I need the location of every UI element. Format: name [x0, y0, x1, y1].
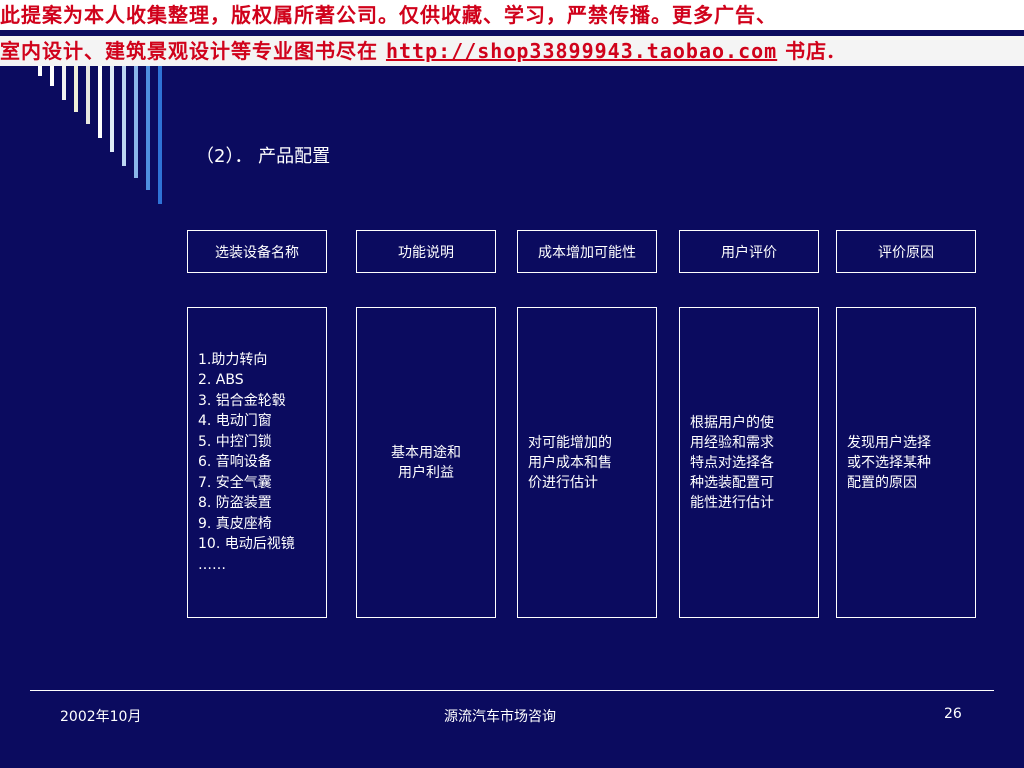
- header-function-desc: 功能说明: [356, 230, 496, 273]
- list-item: 1.助力转向: [198, 351, 268, 368]
- function-desc-text: 基本用途和 用户利益: [357, 443, 495, 483]
- deco-bar: [146, 66, 150, 190]
- text-line: 特点对选择各: [690, 454, 774, 471]
- list-item: 7. 安全气囊: [198, 474, 272, 491]
- list-item: 6. 音响设备: [198, 454, 272, 471]
- eval-reason-text: 发现用户选择 或不选择某种 配置的原因: [837, 433, 975, 493]
- banner-prefix: 室内设计、建筑景观设计等专业图书尽在: [0, 39, 386, 63]
- list-item: 4. 电动门窗: [198, 413, 272, 430]
- text-line: 配置的原因: [847, 474, 917, 491]
- footer-organization: 源流汽车市场咨询: [444, 709, 556, 725]
- content-eval-reason: 发现用户选择 或不选择某种 配置的原因: [836, 307, 976, 618]
- header-cost-possibility: 成本增加可能性: [517, 230, 657, 273]
- content-equipment-list: 1.助力转向 2. ABS 3. 铝合金轮毂 4. 电动门窗 5. 中控门锁 6…: [187, 307, 327, 618]
- list-item: ……: [198, 556, 226, 573]
- footer-date: 2002年10月: [60, 709, 142, 725]
- equipment-list: 1.助力转向 2. ABS 3. 铝合金轮毂 4. 电动门窗 5. 中控门锁 6…: [188, 350, 295, 576]
- list-item: 2. ABS: [198, 372, 244, 389]
- header-equipment-name: 选装设备名称: [187, 230, 327, 273]
- text-line: 根据用户的使: [690, 414, 774, 431]
- text-line: 用户利益: [398, 464, 454, 481]
- header-user-eval: 用户评价: [679, 230, 819, 273]
- banner-suffix: 书店.: [777, 39, 836, 63]
- deco-bar: [122, 66, 126, 166]
- list-item: 10. 电动后视镜: [198, 536, 295, 553]
- list-item: 9. 真皮座椅: [198, 515, 272, 532]
- list-item: 5. 中控门锁: [198, 433, 272, 450]
- text-line: 发现用户选择: [847, 434, 931, 451]
- footer-divider: [30, 690, 994, 691]
- text-line: 基本用途和: [391, 444, 461, 461]
- deco-bar: [62, 66, 66, 100]
- content-cost-desc: 对可能增加的 用户成本和售 价进行估计: [517, 307, 657, 618]
- deco-bar: [158, 66, 162, 204]
- watermark-banner-line-2: 室内设计、建筑景观设计等专业图书尽在 http://shop33899943.t…: [0, 36, 1024, 66]
- deco-bar: [86, 66, 90, 124]
- deco-bar: [134, 66, 138, 178]
- page-number: 26: [944, 706, 962, 722]
- text-line: 用户成本和售: [528, 454, 612, 471]
- cost-desc-text: 对可能增加的 用户成本和售 价进行估计: [518, 433, 656, 493]
- deco-bar: [98, 66, 102, 138]
- section-title: （2）． 产品配置: [196, 146, 331, 167]
- user-eval-text: 根据用户的使 用经验和需求 特点对选择各 种选装配置可 能性进行估计: [680, 413, 818, 513]
- deco-bar: [50, 66, 54, 86]
- text-line: 用经验和需求: [690, 434, 774, 451]
- text-line: 能性进行估计: [690, 494, 774, 511]
- text-line: 价进行估计: [528, 474, 598, 491]
- header-eval-reason: 评价原因: [836, 230, 976, 273]
- deco-bar: [74, 66, 78, 112]
- content-function-desc: 基本用途和 用户利益: [356, 307, 496, 618]
- content-user-eval: 根据用户的使 用经验和需求 特点对选择各 种选装配置可 能性进行估计: [679, 307, 819, 618]
- text-line: 种选装配置可: [690, 474, 774, 491]
- text-line: 对可能增加的: [528, 434, 612, 451]
- banner-url-link[interactable]: http://shop33899943.taobao.com: [386, 39, 777, 63]
- watermark-banner-line-1: 此提案为本人收集整理，版权属所著公司。仅供收藏、学习，严禁传播。更多广告、: [0, 0, 1024, 30]
- text-line: 或不选择某种: [847, 454, 931, 471]
- list-item: 3. 铝合金轮毂: [198, 392, 286, 409]
- deco-bar: [38, 66, 42, 76]
- list-item: 8. 防盗装置: [198, 495, 272, 512]
- deco-bar: [110, 66, 114, 152]
